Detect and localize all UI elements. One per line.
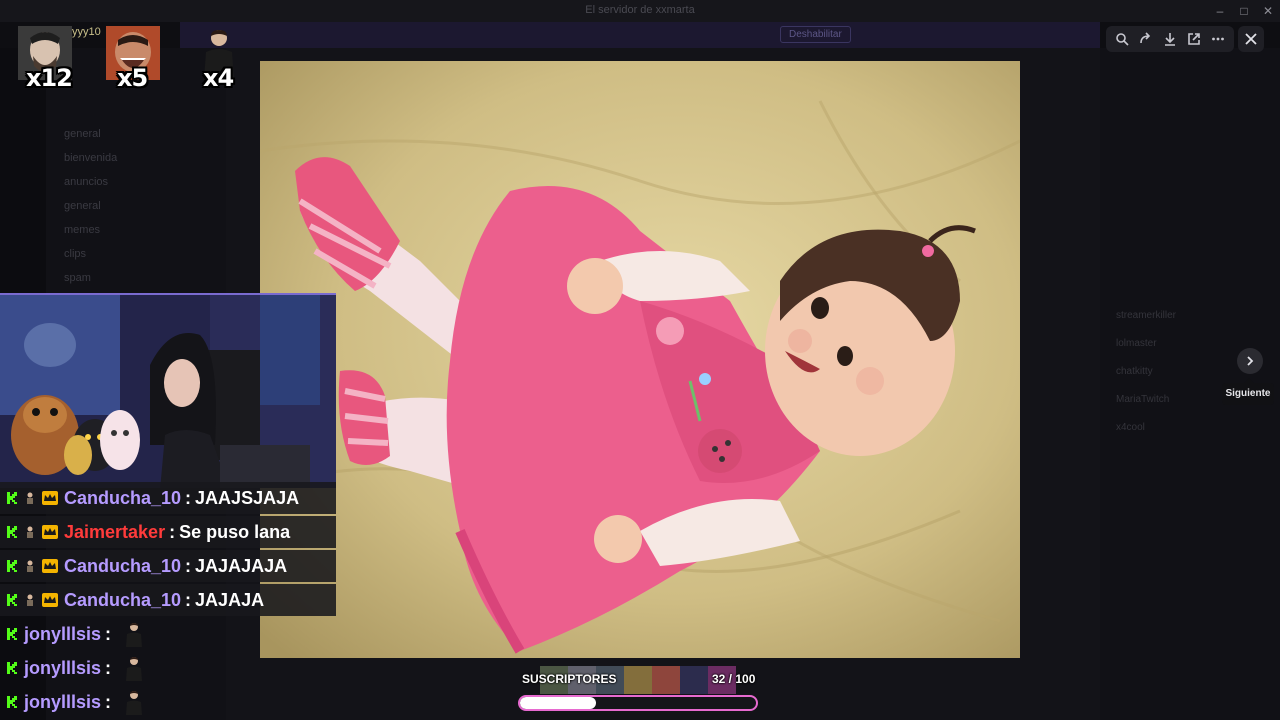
- chat-text: JAAJSJAJA: [195, 487, 300, 508]
- kick-badge-icon: [7, 662, 17, 674]
- chat-username[interactable]: Jaimertaker: [64, 522, 165, 543]
- viewer-image: [260, 61, 1020, 658]
- crown-badge-icon: [42, 491, 58, 505]
- open-external-icon[interactable]: [1185, 30, 1203, 48]
- man-standing-emote: [126, 657, 143, 681]
- window-titlebar: El servidor de xxmarta – □ ✕: [0, 0, 1280, 22]
- window-controls: – □ ✕: [1208, 0, 1280, 22]
- emote-count: x5: [117, 64, 148, 92]
- crown-badge-icon: [42, 593, 58, 607]
- kick-badge-icon: [7, 628, 17, 640]
- subscriber-avatar: [624, 666, 652, 694]
- maximize-icon[interactable]: □: [1232, 0, 1256, 22]
- chat-message: Canducha_10 : JAAJSJAJA: [0, 482, 336, 514]
- emote-username: yyy10: [72, 26, 101, 38]
- man-standing-emote: [126, 623, 143, 647]
- zoom-icon[interactable]: [1113, 30, 1131, 48]
- streamer-webcam: [0, 293, 336, 488]
- chat-separator: :: [105, 657, 112, 678]
- crown-badge-icon: [42, 525, 58, 539]
- subscriber-avatar: [652, 666, 680, 694]
- chat-separator: :: [105, 691, 112, 712]
- channel-item[interactable]: spam: [64, 272, 91, 284]
- close-window-icon[interactable]: ✕: [1256, 0, 1280, 22]
- chat-username[interactable]: jonylllsis: [24, 658, 101, 679]
- window-title: El servidor de xxmarta: [585, 4, 695, 16]
- more-icon[interactable]: [1209, 30, 1227, 48]
- subgoal-count: 32 / 100: [712, 672, 756, 686]
- member-item[interactable]: chatkitty: [1116, 366, 1153, 377]
- streamer-badge-icon: [27, 594, 33, 606]
- screen-root: El servidor de xxmarta – □ ✕ Deshabilita…: [0, 0, 1280, 720]
- channel-item[interactable]: anuncios: [64, 176, 108, 188]
- streamer-mode-banner: Deshabilitar: [180, 22, 1100, 48]
- man-standing-emote: [126, 691, 143, 715]
- channel-item[interactable]: memes: [64, 224, 100, 236]
- member-item[interactable]: MariaTwitch: [1116, 394, 1169, 405]
- emote-count: x4: [203, 64, 234, 92]
- kick-badge-icon: [7, 696, 17, 708]
- chat-username[interactable]: Canducha_10: [64, 556, 181, 577]
- download-icon[interactable]: [1161, 30, 1179, 48]
- chat-text: Se puso lana: [179, 521, 291, 542]
- subgoal-label: SUSCRIPTORES: [522, 672, 617, 686]
- subgoal-progress-bar: [518, 695, 758, 711]
- next-image-button[interactable]: [1237, 348, 1263, 374]
- chat-username[interactable]: Canducha_10: [64, 590, 181, 611]
- chat-username[interactable]: jonylllsis: [24, 692, 101, 713]
- next-tooltip: Siguiente: [1222, 378, 1274, 405]
- chat-username[interactable]: Canducha_10: [64, 488, 181, 509]
- subscriber-goal: SUSCRIPTORES 32 / 100: [518, 666, 760, 716]
- close-icon: [1245, 33, 1257, 45]
- member-item[interactable]: lolmaster: [1116, 338, 1157, 349]
- chat-separator: :: [105, 623, 112, 644]
- emote-count: x12: [26, 64, 73, 92]
- chat-username[interactable]: jonylllsis: [24, 624, 101, 645]
- streamer-badge-icon: [27, 526, 33, 538]
- image-viewer-toolbar: [1106, 26, 1234, 52]
- crown-badge-icon: [42, 559, 58, 573]
- chat-separator: :: [169, 521, 176, 542]
- channel-item[interactable]: general: [64, 128, 101, 140]
- kick-badge-icon: [7, 594, 17, 606]
- chat-message: jonylllsis :: [0, 652, 336, 684]
- chat-message: Jaimertaker : Se puso lana: [0, 516, 336, 548]
- kick-badge-icon: [7, 492, 17, 504]
- chat-message: jonylllsis :: [0, 686, 336, 718]
- chat-message: jonylllsis :: [0, 618, 336, 650]
- channel-item[interactable]: bienvenida: [64, 152, 117, 164]
- streamer-badge-icon: [27, 492, 33, 504]
- banner-button[interactable]: Deshabilitar: [780, 26, 851, 43]
- subscriber-avatar: [680, 666, 708, 694]
- chat-text: JAJAJAJA: [195, 555, 288, 576]
- chat-separator: :: [185, 589, 192, 610]
- stream-chat-overlay: Canducha_10 : JAAJSJAJA Jaimertaker : Se…: [0, 482, 336, 720]
- close-viewer-button[interactable]: [1238, 26, 1264, 52]
- kick-badge-icon: [7, 560, 17, 572]
- subgoal-progress-fill: [520, 697, 596, 709]
- kick-badge-icon: [7, 526, 17, 538]
- chat-message: Canducha_10 : JAJAJA: [0, 584, 336, 616]
- channel-item[interactable]: clips: [64, 248, 86, 260]
- minimize-icon[interactable]: –: [1208, 0, 1232, 22]
- member-item[interactable]: x4cool: [1116, 422, 1145, 433]
- chat-text: JAJAJA: [195, 589, 265, 610]
- chat-separator: :: [185, 555, 192, 576]
- member-item[interactable]: streamerkiller: [1116, 310, 1176, 321]
- channel-item[interactable]: general: [64, 200, 101, 212]
- forward-icon[interactable]: [1137, 30, 1155, 48]
- chevron-right-icon: [1247, 356, 1254, 366]
- chat-message: Canducha_10 : JAJAJAJA: [0, 550, 336, 582]
- streamer-badge-icon: [27, 560, 33, 572]
- chat-separator: :: [185, 487, 192, 508]
